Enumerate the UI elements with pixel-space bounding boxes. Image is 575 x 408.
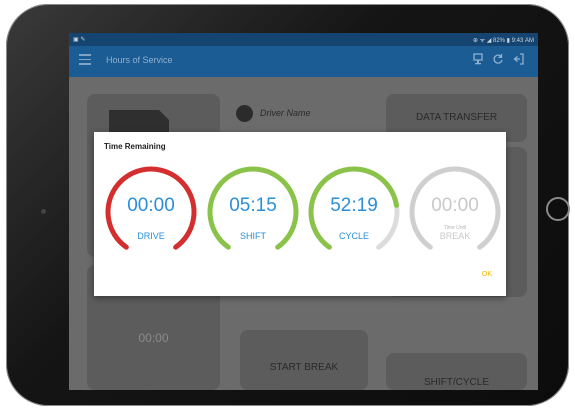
dialog-title: Time Remaining	[104, 142, 166, 151]
break-gauge: 00:00 Time Until BREAK	[408, 165, 502, 259]
drive-label: DRIVE	[137, 231, 165, 241]
shift-gauge: 05:15 SHIFT	[206, 165, 300, 259]
cycle-gauge: 52:19 CYCLE	[307, 165, 401, 259]
cycle-time: 52:19	[330, 195, 378, 216]
shift-label: SHIFT	[240, 231, 266, 241]
shift-time: 05:15	[229, 195, 277, 216]
screen: ▣ ✎ ⊕ ᯤ ◢ 82% ▮ 9:43 AM Hours of Service…	[69, 33, 538, 390]
home-button[interactable]	[546, 197, 570, 221]
modal-overlay: Time Remaining 00:00 DRIVE 05:15 SHIFT 5…	[69, 33, 538, 390]
break-label: BREAK	[439, 231, 471, 241]
ok-button[interactable]: OK	[482, 271, 492, 278]
camera	[41, 209, 46, 214]
cycle-label: CYCLE	[338, 231, 369, 241]
drive-gauge: 00:00 DRIVE	[104, 165, 198, 259]
break-time: 00:00	[431, 195, 479, 216]
drive-time: 00:00	[127, 195, 175, 216]
tablet-frame: ▣ ✎ ⊕ ᯤ ◢ 82% ▮ 9:43 AM Hours of Service…	[6, 4, 570, 406]
time-remaining-dialog: Time Remaining 00:00 DRIVE 05:15 SHIFT 5…	[94, 132, 506, 296]
